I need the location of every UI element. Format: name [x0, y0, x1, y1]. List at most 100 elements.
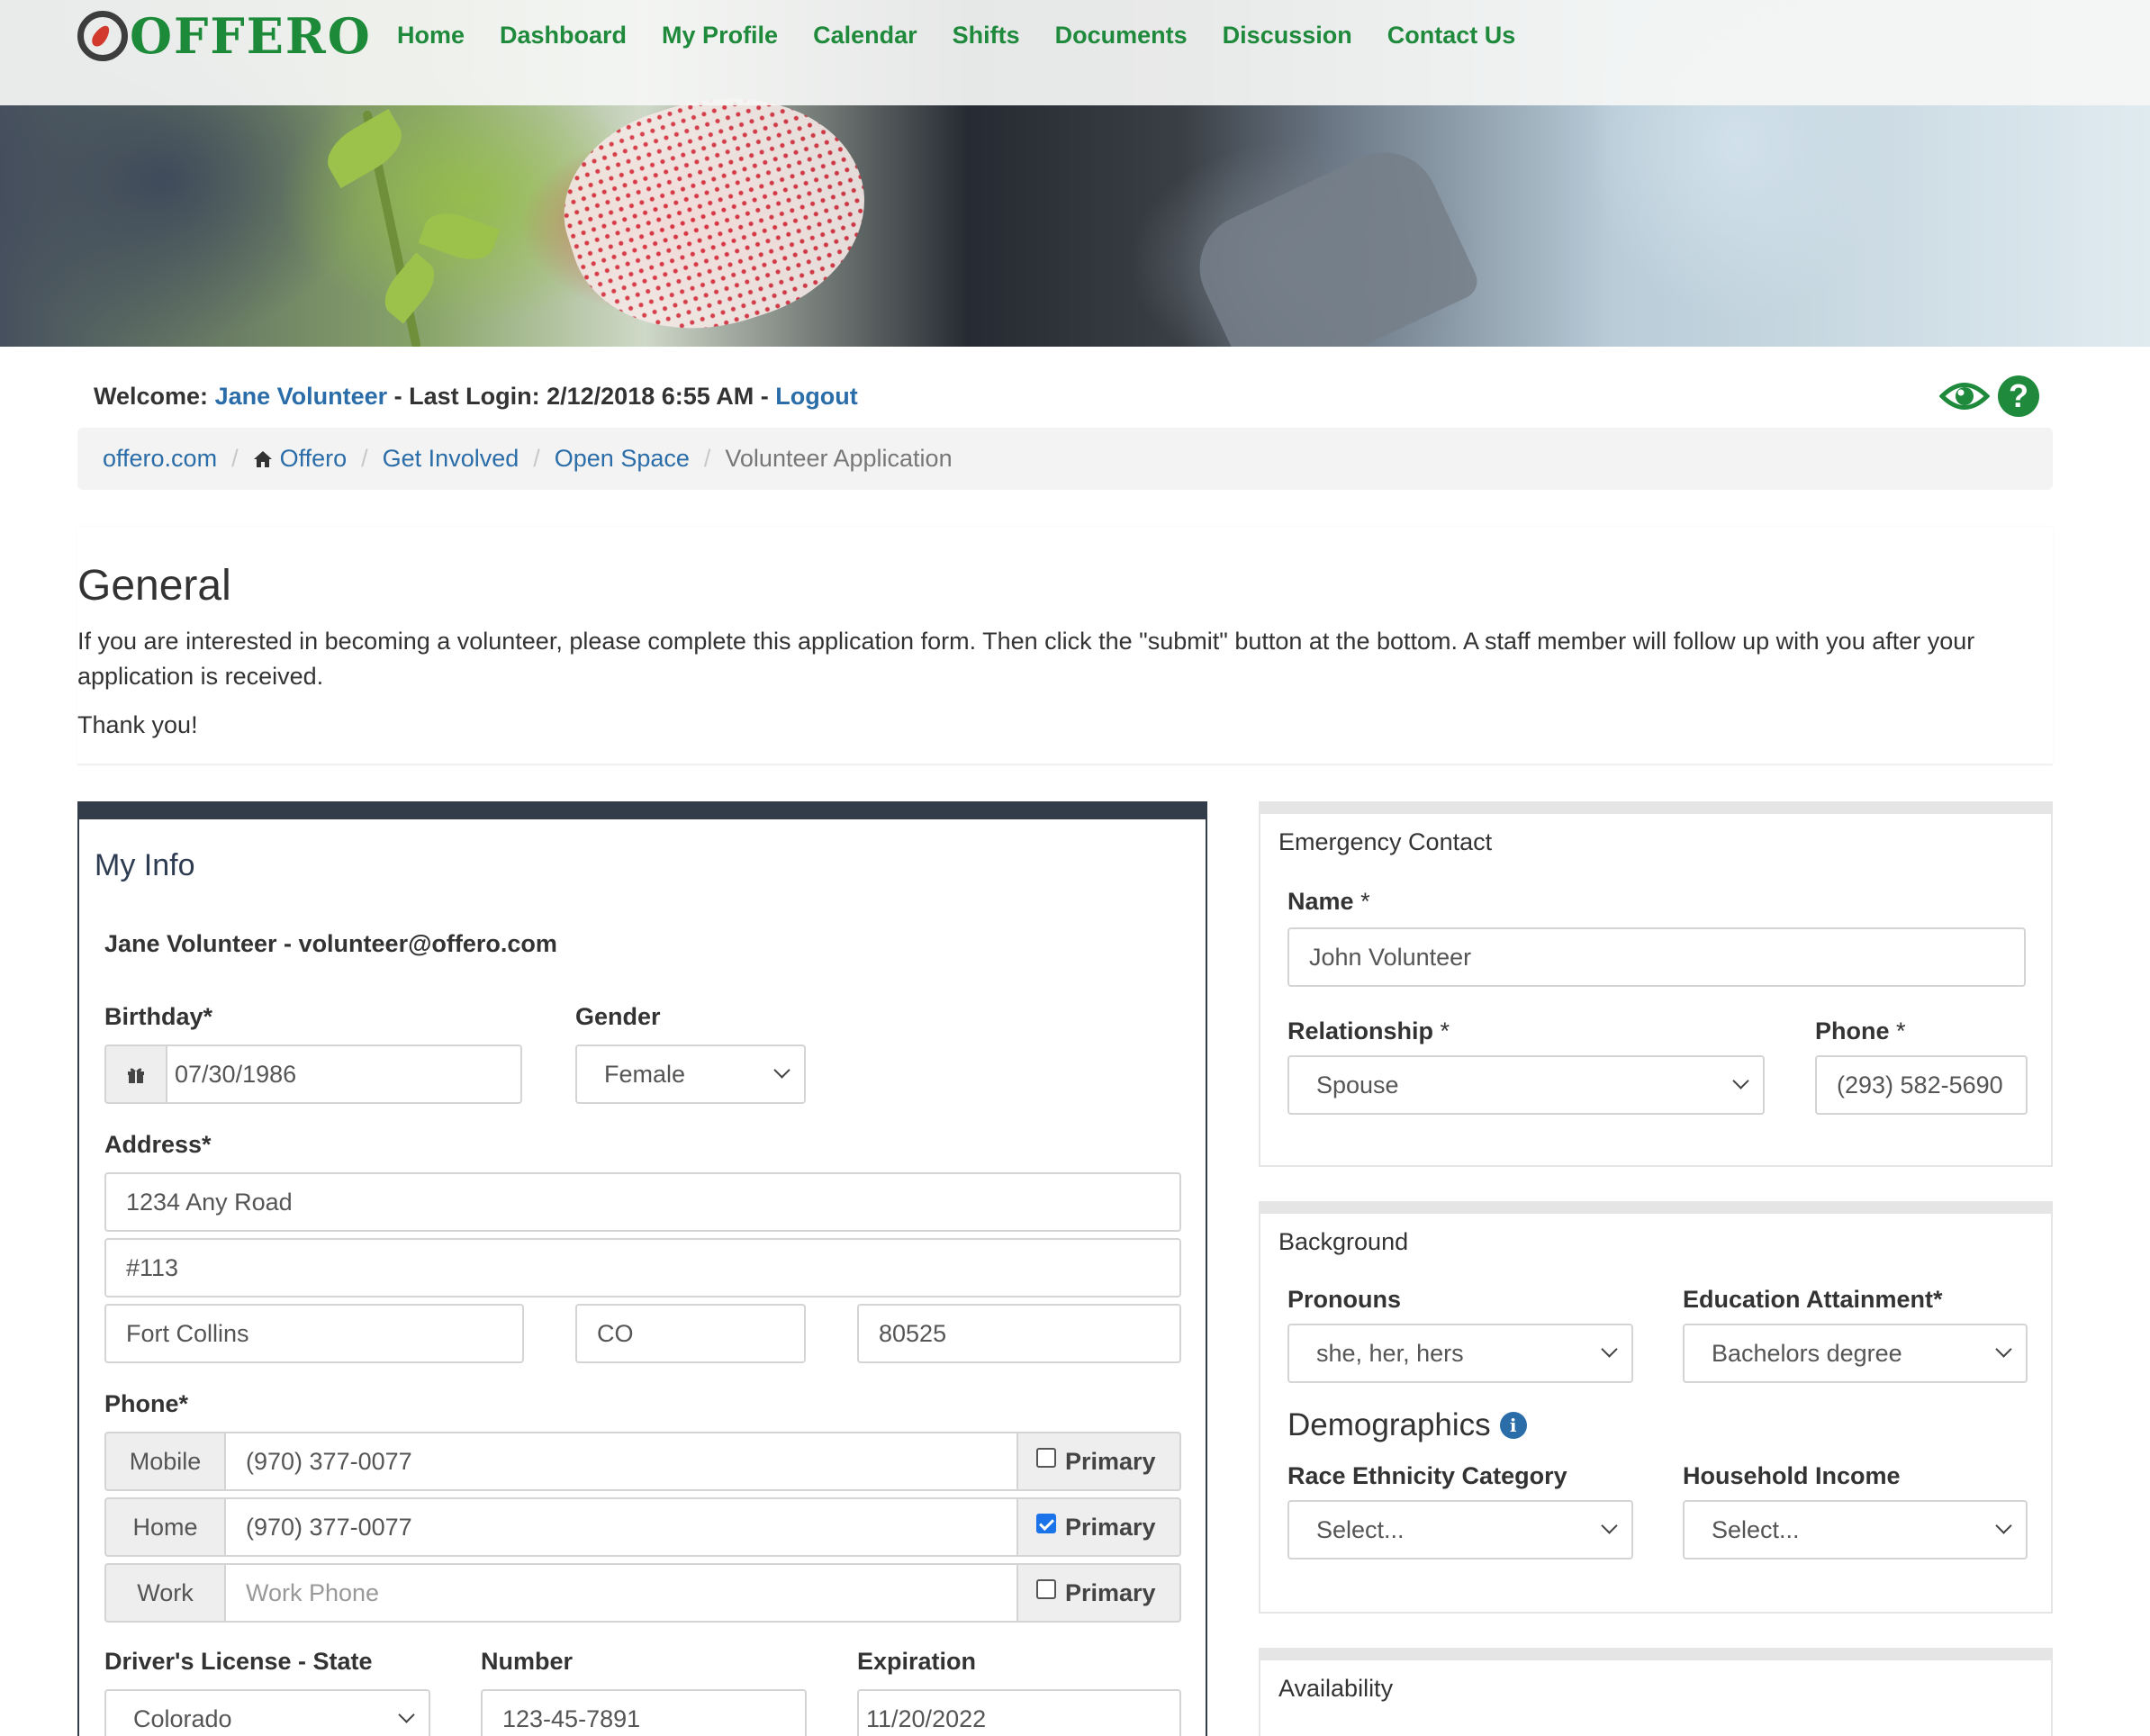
education-select[interactable]: Bachelors degree	[1683, 1324, 2028, 1383]
phone-type-mobile: Mobile	[104, 1432, 226, 1491]
required-marker: *	[1360, 888, 1370, 915]
primary-toggle-home[interactable]: Primary	[1016, 1497, 1181, 1557]
breadcrumb-current: Volunteer Application	[725, 445, 953, 472]
ec-relationship-value: Spouse	[1316, 1071, 1399, 1099]
breadcrumb-separator: /	[231, 445, 239, 472]
thanks-text: Thank you!	[77, 711, 198, 738]
nav-contact-us[interactable]: Contact Us	[1387, 20, 1516, 50]
phone-type-home: Home	[104, 1497, 226, 1557]
work-phone-input[interactable]: Work Phone	[224, 1563, 1018, 1623]
home-phone-input[interactable]: (970) 377-0077	[224, 1497, 1018, 1557]
ec-phone-label: Phone *	[1815, 1017, 1906, 1045]
ec-name-label: Name *	[1287, 888, 1370, 916]
info-icon[interactable]: i	[1499, 1412, 1527, 1439]
demographics-title: Demographics	[1287, 1407, 1491, 1442]
address-label: Address*	[104, 1131, 212, 1158]
birthday-addon	[104, 1044, 167, 1104]
last-login-text: - Last Login: 2/12/2018 6:55 AM -	[393, 383, 769, 410]
phone-row-mobile: Mobile (970) 377-0077 Primary	[104, 1432, 1181, 1491]
address-line1-input[interactable]: 1234 Any Road	[104, 1172, 1181, 1232]
background-panel: Background Pronouns she, her, hers Educa…	[1259, 1201, 2053, 1614]
ec-phone-label-text: Phone	[1815, 1017, 1890, 1044]
my-info-title: My Info	[95, 848, 195, 882]
primary-label: Primary	[1065, 1513, 1156, 1541]
top-navbar: OFFERO Home Dashboard My Profile Calenda…	[0, 0, 2150, 105]
primary-toggle-mobile[interactable]: Primary	[1016, 1432, 1181, 1491]
ec-name-label-text: Name	[1287, 888, 1354, 915]
primary-checkbox-mobile[interactable]	[1036, 1448, 1056, 1468]
income-label: Household Income	[1683, 1462, 1901, 1489]
chevron-down-icon	[1732, 1072, 1749, 1090]
breadcrumb-offero[interactable]: Offero	[280, 445, 348, 473]
phone-row-work: Work Work Phone Primary	[104, 1563, 1181, 1623]
dl-expiration-label: Expiration	[857, 1648, 977, 1675]
mobile-phone-input[interactable]: (970) 377-0077	[224, 1432, 1018, 1491]
education-value: Bachelors degree	[1712, 1339, 1902, 1367]
dl-number-label: Number	[481, 1648, 574, 1675]
address-line2-input[interactable]: #113	[104, 1238, 1181, 1297]
breadcrumb-separator: /	[533, 445, 540, 472]
pronouns-label: Pronouns	[1287, 1286, 1401, 1313]
nav-home[interactable]: Home	[397, 20, 465, 50]
pronouns-select[interactable]: she, her, hers	[1287, 1324, 1633, 1383]
nav-my-profile[interactable]: My Profile	[662, 20, 778, 50]
birthday-label: Birthday*	[104, 1003, 213, 1030]
welcome-user-link[interactable]: Jane Volunteer	[215, 383, 388, 410]
nav-calendar[interactable]: Calendar	[813, 20, 917, 50]
phone-label: Phone*	[104, 1390, 189, 1417]
city-input[interactable]: Fort Collins	[104, 1304, 524, 1363]
availability-panel: Availability	[1259, 1648, 2053, 1736]
demographics-heading: Demographics i	[1287, 1407, 1527, 1443]
brand-name: OFFERO	[130, 7, 372, 65]
chevron-down-icon	[1601, 1517, 1618, 1534]
home-icon	[253, 450, 272, 467]
ec-relationship-select[interactable]: Spouse	[1287, 1055, 1765, 1115]
chevron-down-icon	[1995, 1341, 2012, 1358]
brand-logo[interactable]: OFFERO	[77, 9, 372, 63]
compass-logo-icon	[77, 11, 128, 61]
required-marker: *	[1440, 1017, 1450, 1044]
primary-label: Primary	[1065, 1447, 1156, 1475]
question-circle-icon[interactable]: ?	[1998, 375, 2039, 417]
nav-dashboard[interactable]: Dashboard	[500, 20, 627, 50]
dl-expiration-input[interactable]: 11/20/2022	[857, 1689, 1181, 1736]
general-section: General If you are interested in becomin…	[77, 527, 2053, 765]
gender-select[interactable]: Female	[575, 1044, 806, 1104]
nav-discussion[interactable]: Discussion	[1223, 20, 1352, 50]
logout-link[interactable]: Logout	[775, 383, 857, 410]
race-value: Select...	[1316, 1515, 1405, 1543]
gift-icon	[128, 1068, 144, 1083]
hero-leaf	[375, 252, 444, 324]
nav-shifts[interactable]: Shifts	[953, 20, 1020, 50]
hero-sleeve	[1181, 134, 1484, 347]
eye-icon[interactable]	[1939, 379, 1990, 413]
chevron-down-icon	[1995, 1517, 2012, 1534]
zip-input[interactable]: 80525	[857, 1304, 1181, 1363]
primary-toggle-work[interactable]: Primary	[1016, 1563, 1181, 1623]
ec-relationship-label: Relationship *	[1287, 1017, 1450, 1045]
ec-phone-input[interactable]: (293) 582-5690	[1815, 1055, 2028, 1115]
nav-documents[interactable]: Documents	[1055, 20, 1188, 50]
page-title: General	[77, 562, 231, 610]
breadcrumb-offero-com[interactable]: offero.com	[103, 445, 217, 473]
income-select[interactable]: Select...	[1683, 1500, 2028, 1560]
ec-relationship-label-text: Relationship	[1287, 1017, 1434, 1044]
welcome-line: Welcome: Jane Volunteer - Last Login: 2/…	[94, 381, 858, 411]
phone-type-work: Work	[104, 1563, 226, 1623]
intro-text: If you are interested in becoming a volu…	[77, 628, 1975, 690]
gender-value: Female	[604, 1060, 686, 1088]
breadcrumb-open-space[interactable]: Open Space	[555, 445, 690, 473]
state-input[interactable]: CO	[575, 1304, 806, 1363]
ec-name-input[interactable]: John Volunteer	[1287, 927, 2026, 987]
breadcrumb-separator: /	[703, 445, 711, 472]
dl-number-input[interactable]: 123-45-7891	[481, 1689, 807, 1736]
race-select[interactable]: Select...	[1287, 1500, 1633, 1560]
primary-checkbox-work[interactable]	[1036, 1579, 1056, 1599]
user-identity: Jane Volunteer - volunteer@offero.com	[104, 930, 557, 957]
primary-checkbox-home[interactable]	[1036, 1514, 1056, 1533]
dl-state-select[interactable]: Colorado	[104, 1689, 430, 1736]
birthday-input[interactable]: 07/30/1986	[166, 1044, 522, 1104]
breadcrumb-get-involved[interactable]: Get Involved	[383, 445, 519, 473]
gender-label: Gender	[575, 1003, 661, 1030]
main-nav: Home Dashboard My Profile Calendar Shift…	[397, 20, 1550, 50]
